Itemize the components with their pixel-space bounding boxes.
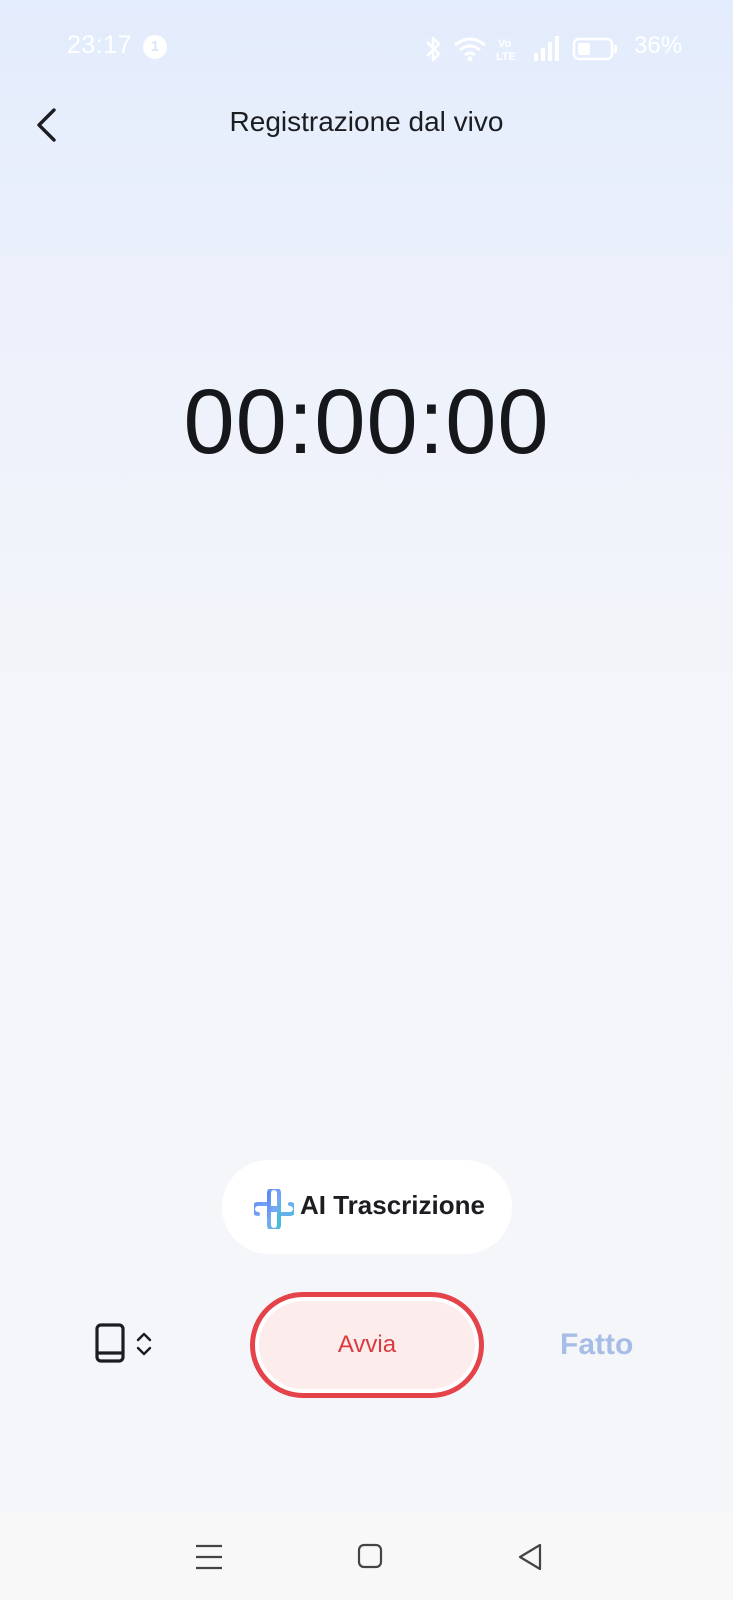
home-icon (357, 1543, 383, 1569)
recents-button[interactable] (184, 1532, 234, 1582)
home-button[interactable] (345, 1532, 395, 1582)
battery-percent: 36% (634, 32, 683, 59)
start-button-fill: Avvia (259, 1301, 475, 1389)
chevron-up-down-icon (136, 1332, 152, 1356)
page-title: Registrazione dal vivo (229, 106, 504, 137)
recording-timer: 00:00:00 (183, 371, 550, 473)
start-button[interactable]: Avvia (250, 1292, 484, 1398)
battery-icon (572, 37, 617, 61)
ai-transcription-label: AI Trascrizione (300, 1190, 485, 1220)
notification-badge: 1 (143, 35, 167, 59)
tablet-icon (95, 1323, 125, 1363)
status-time: 23:17 (67, 31, 133, 59)
system-nav-bar (0, 1512, 733, 1600)
done-button[interactable]: Fatto (560, 1328, 633, 1362)
status-bar: 23:17 1 Vo LTE 36% (0, 0, 733, 96)
svg-text:Vo: Vo (498, 38, 512, 50)
svg-text:LTE: LTE (496, 51, 516, 63)
ai-transcription-button[interactable]: AI Trascrizione (222, 1160, 512, 1254)
input-device-selector[interactable] (94, 1322, 158, 1370)
system-back-button[interactable] (506, 1532, 556, 1582)
signal-icon (534, 36, 559, 61)
bluetooth-icon (426, 36, 441, 62)
menu-icon (196, 1544, 222, 1570)
back-triangle-icon (518, 1543, 542, 1571)
start-label: Avvia (337, 1331, 397, 1358)
wifi-icon (454, 37, 486, 62)
ai-knot-icon (254, 1189, 294, 1229)
volte-icon: Vo LTE (496, 38, 516, 63)
